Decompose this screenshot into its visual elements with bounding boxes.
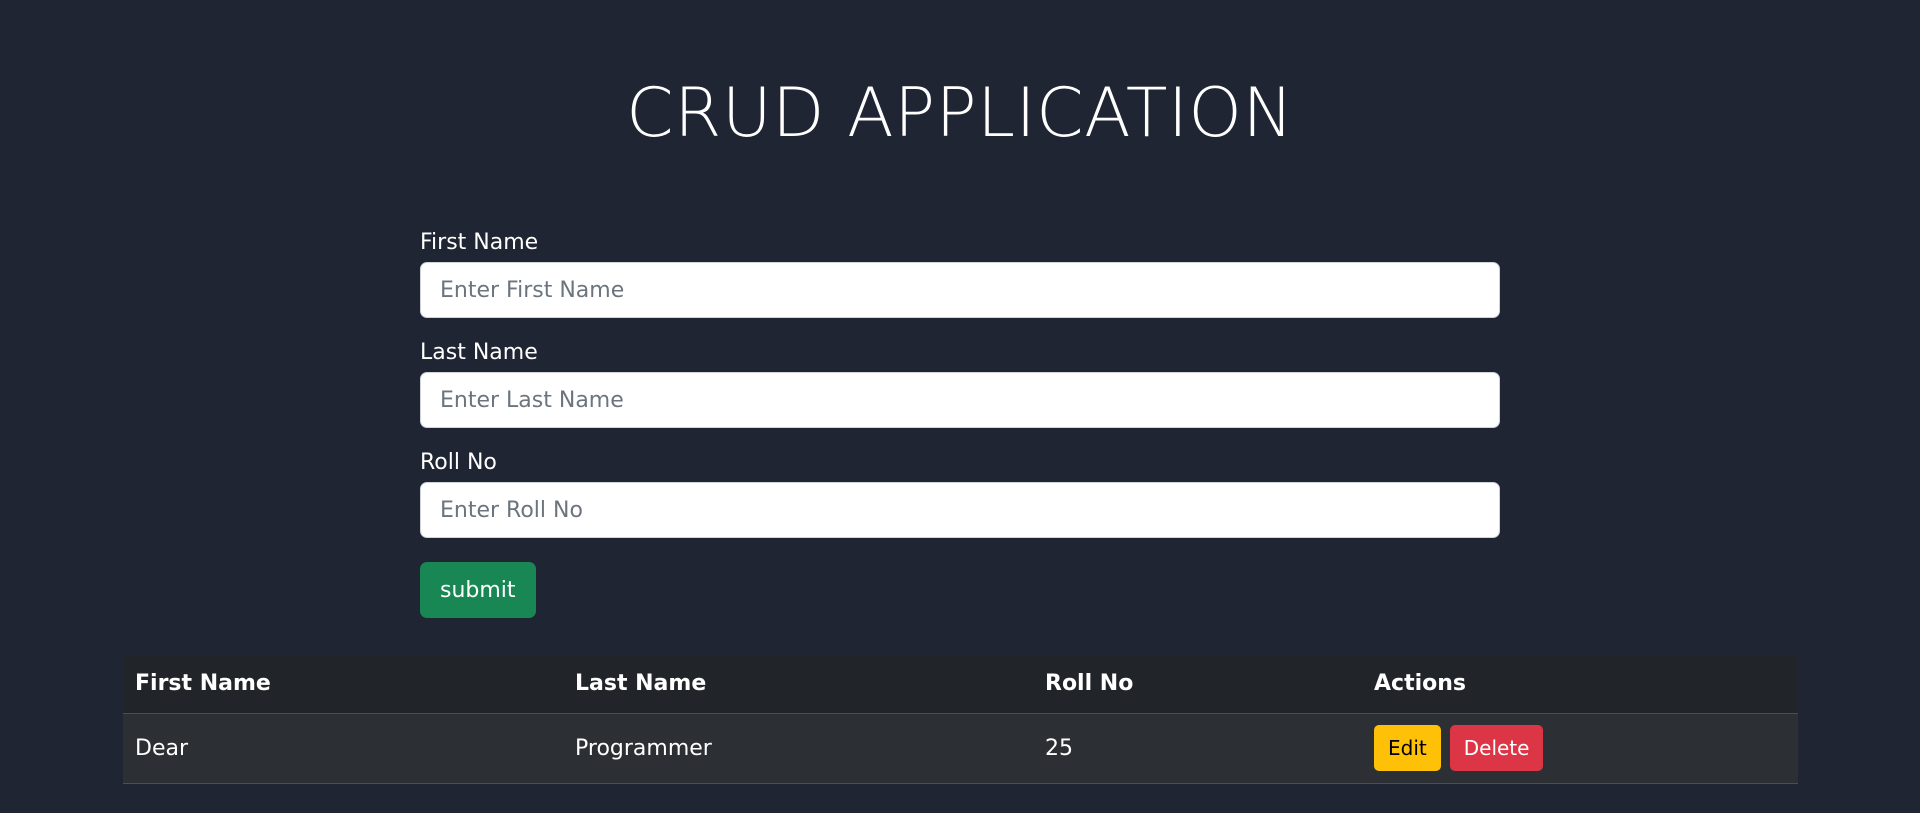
first-name-input[interactable] [420,262,1500,318]
roll-no-label: Roll No [420,450,497,475]
roll-no-input[interactable] [420,482,1500,538]
page-title: CRUD APPLICATION [626,74,1294,153]
table-row: Dear Programmer 25 Edit Delete [123,713,1798,784]
roll-no-group: Roll No [420,450,1500,538]
first-name-group: First Name [420,230,1500,318]
delete-button[interactable]: Delete [1449,725,1544,771]
cell-first-name: Dear [123,713,563,784]
cell-actions: Edit Delete [1362,713,1798,784]
students-table: First Name Last Name Roll No Actions Dea… [123,655,1798,784]
table-body: Dear Programmer 25 Edit Delete [123,713,1798,784]
last-name-input[interactable] [420,372,1500,428]
column-header-actions: Actions [1362,655,1798,714]
column-header-roll-no: Roll No [1033,655,1362,714]
students-table-wrapper: First Name Last Name Roll No Actions Dea… [123,655,1798,784]
column-header-last-name: Last Name [563,655,1033,714]
page: CRUD APPLICATION First Name Last Name Ro… [0,0,1920,813]
student-form: First Name Last Name Roll No submit [420,230,1500,618]
edit-button[interactable]: Edit [1374,725,1441,771]
table-header-row: First Name Last Name Roll No Actions [123,655,1798,714]
submit-button[interactable]: submit [420,562,536,618]
last-name-group: Last Name [420,340,1500,428]
cell-roll-no: 25 [1033,713,1362,784]
last-name-label: Last Name [420,340,538,365]
column-header-first-name: First Name [123,655,563,714]
cell-last-name: Programmer [563,713,1033,784]
table-header: First Name Last Name Roll No Actions [123,655,1798,714]
first-name-label: First Name [420,230,539,255]
